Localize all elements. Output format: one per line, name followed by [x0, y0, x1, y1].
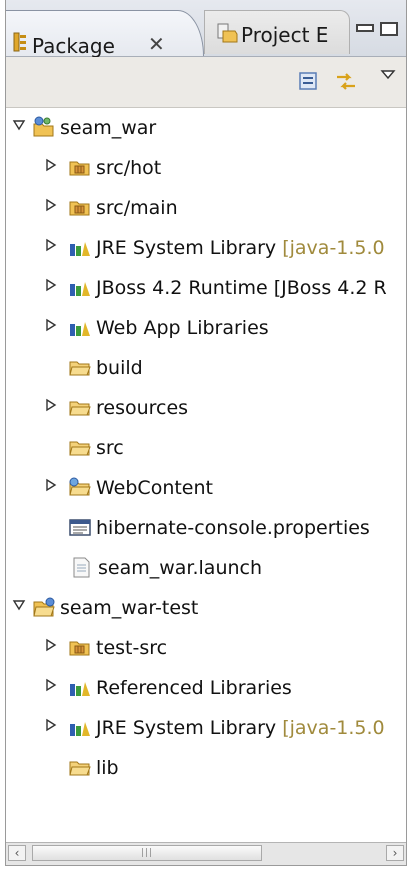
tree-item-label: JBoss 4.2 Runtime [JBoss 4.2 R	[96, 277, 387, 299]
tree-item-seam-war-test[interactable]: seam_war-test	[6, 588, 406, 628]
collapsed-arrow-icon[interactable]	[44, 318, 58, 332]
tab-project-label: Project E	[241, 23, 329, 47]
tree-item-decoration: [java-1.5.0	[282, 237, 385, 259]
tree-item-label: Web App Libraries	[96, 317, 269, 339]
tree-item-referenced-libraries[interactable]: Referenced Libraries	[6, 668, 406, 708]
tree-item-label: seam_war.launch	[98, 557, 263, 579]
library-icon	[70, 682, 90, 696]
tree-item-label: resources	[96, 397, 189, 419]
view-menu-icon[interactable]	[380, 69, 396, 81]
tree-item-hibernate-properties[interactable]: hibernate-console.properties	[6, 508, 406, 548]
expanded-arrow-icon[interactable]	[12, 118, 26, 132]
package-folder-icon	[69, 641, 90, 656]
view-toolbar	[6, 57, 406, 108]
tree-item-webcontent[interactable]: WebContent	[6, 468, 406, 508]
folder-icon	[69, 761, 91, 776]
scrollbar-thumb[interactable]: |||	[32, 845, 262, 861]
tree-item-label: JRE System Library [java-1.5.0	[96, 237, 385, 259]
tree-item-label: seam_war-test	[60, 597, 199, 619]
tree-item-web-app-libraries[interactable]: Web App Libraries	[6, 308, 406, 348]
tree-item-test-src[interactable]: test-src	[6, 628, 406, 668]
collapsed-arrow-icon[interactable]	[44, 238, 58, 252]
file-icon	[73, 557, 90, 578]
view-tab-strip: Package ✕ Project E	[6, 0, 406, 58]
tree-item-label: Referenced Libraries	[96, 677, 292, 699]
project-explorer-icon	[217, 23, 238, 43]
library-icon	[70, 242, 90, 256]
package-folder-icon	[69, 161, 90, 176]
collapsed-arrow-icon[interactable]	[44, 678, 58, 692]
tree-item-jre-library-test[interactable]: JRE System Library [java-1.5.0	[6, 708, 406, 748]
library-icon	[70, 322, 90, 336]
tree-item-label: seam_war	[60, 117, 157, 139]
tree-item-label: WebContent	[96, 477, 213, 499]
scroll-right-icon[interactable]: ›	[386, 845, 404, 861]
java-project-icon	[33, 597, 55, 617]
tree-item-src[interactable]: src	[6, 428, 406, 468]
collapsed-arrow-icon[interactable]	[44, 478, 58, 492]
tree-item-label-main: JRE System Library	[96, 717, 283, 739]
properties-file-icon	[69, 519, 91, 536]
tree-item-label: src/hot	[96, 157, 162, 179]
collapsed-arrow-icon[interactable]	[44, 398, 58, 412]
window-controls	[350, 10, 406, 54]
package-folder-icon	[69, 201, 90, 216]
folder-icon	[69, 361, 91, 376]
tree-item-lib[interactable]: lib	[6, 748, 406, 788]
java-project-icon	[33, 116, 54, 137]
tree-item-jre-library[interactable]: JRE System Library [java-1.5.0	[6, 228, 406, 268]
tab-package-explorer[interactable]: Package ✕	[6, 10, 204, 58]
expanded-arrow-icon[interactable]	[12, 598, 26, 612]
collapse-all-icon[interactable]	[298, 71, 318, 91]
minimize-icon[interactable]	[356, 24, 374, 32]
tree-item-label: test-src	[96, 637, 168, 659]
tree-item-label-main: JRE System Library	[96, 237, 283, 259]
tree-item-src-main[interactable]: src/main	[6, 188, 406, 228]
web-folder-icon	[69, 477, 91, 496]
collapsed-arrow-icon[interactable]	[44, 158, 58, 172]
tree-item-label: src/main	[96, 197, 178, 219]
tab-package-label: Package	[32, 34, 115, 58]
horizontal-scrollbar[interactable]: ‹ ||| ›	[6, 842, 406, 865]
collapsed-arrow-icon[interactable]	[44, 278, 58, 292]
tree-item-decoration: [java-1.5.0	[282, 717, 385, 739]
tree-item-jboss-runtime[interactable]: JBoss 4.2 Runtime [JBoss 4.2 R	[6, 268, 406, 308]
tree-item-launch-file[interactable]: seam_war.launch	[6, 548, 406, 588]
folder-icon	[69, 441, 91, 456]
tree-item-label: lib	[96, 757, 119, 779]
link-with-editor-icon[interactable]	[334, 71, 358, 93]
tree-item-label: src	[96, 437, 124, 459]
library-icon	[70, 722, 90, 736]
tree-item-label: JRE System Library [java-1.5.0	[96, 717, 385, 739]
library-icon	[70, 282, 90, 296]
folder-icon	[69, 401, 91, 416]
tree-item-label: hibernate-console.properties	[96, 517, 370, 539]
tree-item-build[interactable]: build	[6, 348, 406, 388]
tab-project-explorer[interactable]: Project E	[204, 10, 350, 54]
tree-item-resources[interactable]: resources	[6, 388, 406, 428]
tree-item-seam-war[interactable]: seam_war	[6, 108, 406, 148]
tree-item-src-hot[interactable]: src/hot	[6, 148, 406, 188]
package-explorer-view: Package ✕ Project E seam_war src/hot src…	[5, 0, 407, 866]
maximize-icon[interactable]	[380, 22, 398, 36]
scroll-left-icon[interactable]: ‹	[8, 845, 26, 861]
tree-item-label: build	[96, 357, 143, 379]
collapsed-arrow-icon[interactable]	[44, 638, 58, 652]
collapsed-arrow-icon[interactable]	[44, 198, 58, 212]
package-explorer-icon	[13, 32, 26, 52]
close-tab-icon[interactable]: ✕	[148, 32, 165, 56]
collapsed-arrow-icon[interactable]	[44, 718, 58, 732]
